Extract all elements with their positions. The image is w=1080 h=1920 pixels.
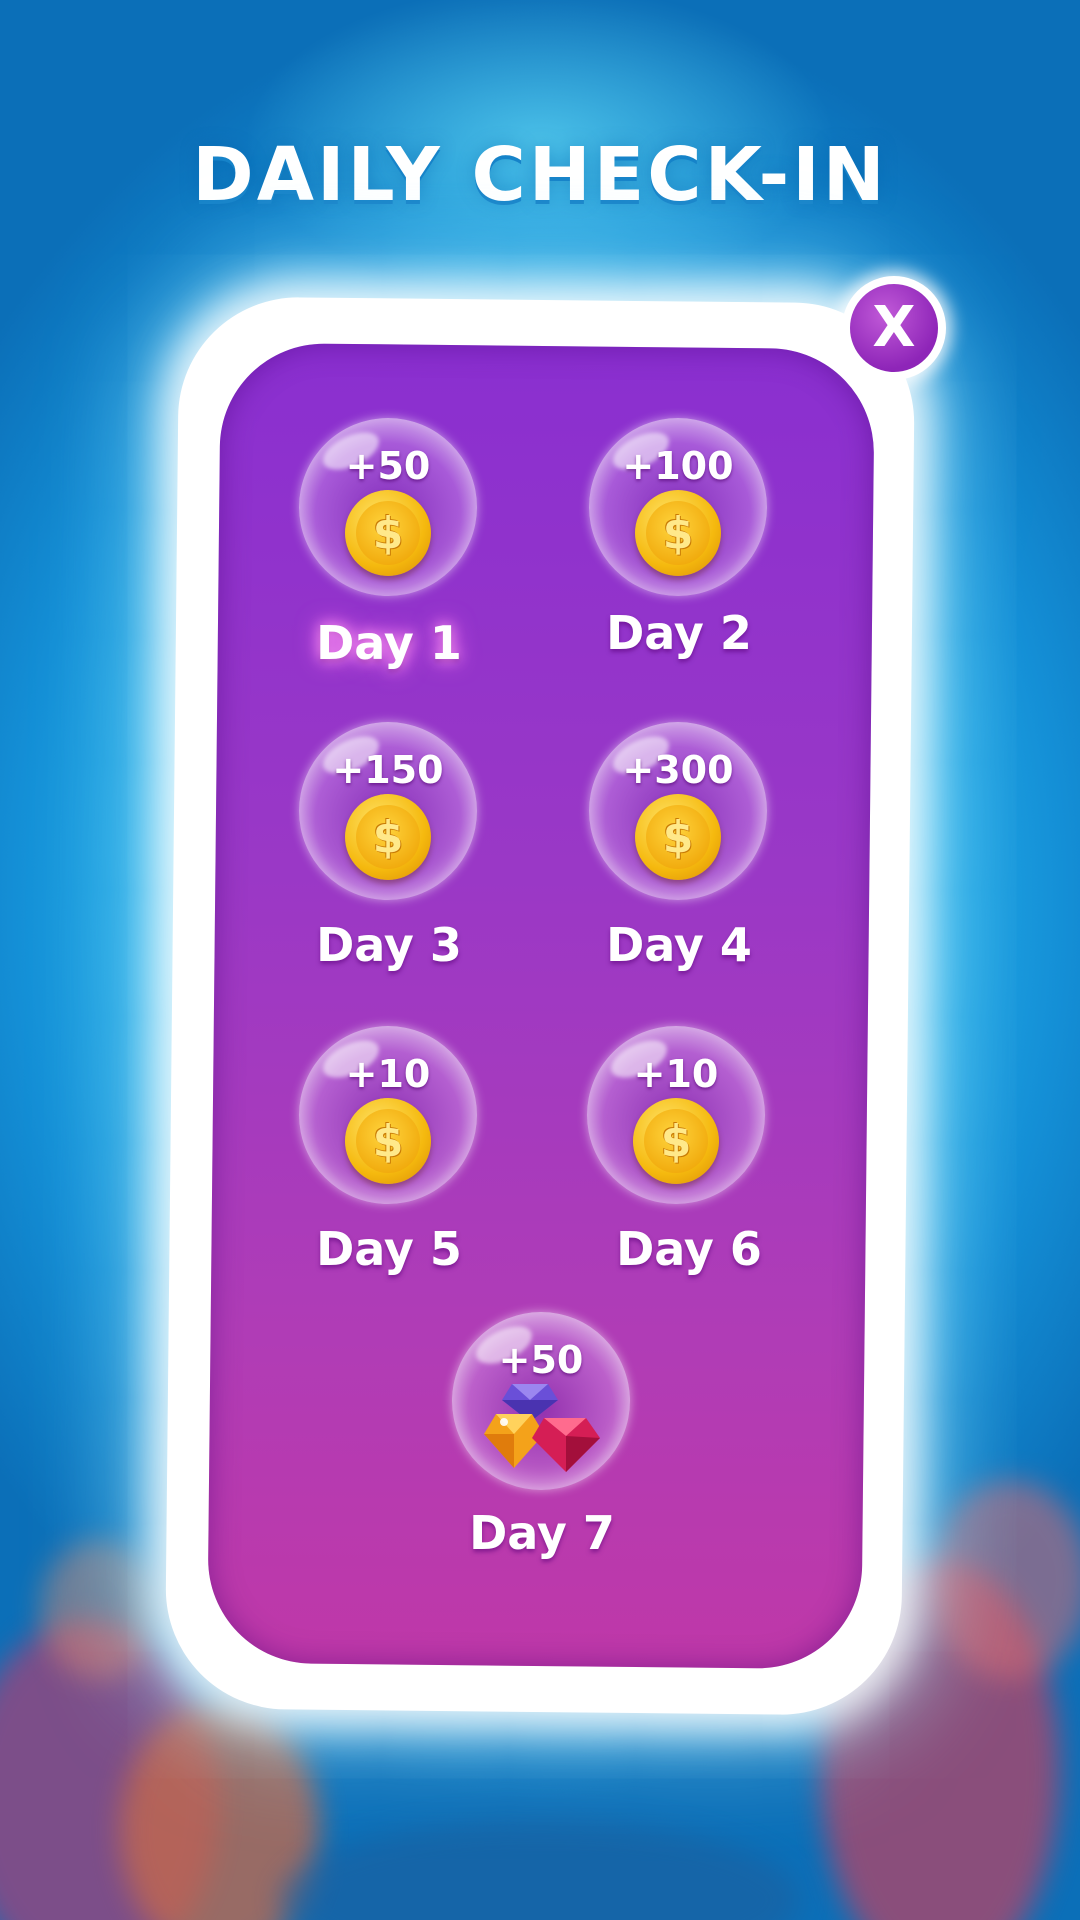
reward-amount: +100	[622, 444, 734, 488]
coin-icon: $	[345, 794, 431, 880]
reward-amount: +50	[345, 444, 431, 488]
reward-bubble: +10 $	[299, 1026, 477, 1204]
reward-day-4[interactable]: +300 $ Day 4	[564, 722, 794, 992]
reward-amount: +10	[633, 1052, 719, 1096]
coin-icon: $	[633, 1098, 719, 1184]
coral-decoration	[40, 1540, 160, 1680]
seabed-decoration	[280, 1820, 800, 1920]
reward-amount: +10	[345, 1052, 431, 1096]
coin-icon: $	[345, 490, 431, 576]
day-label: Day 6	[616, 1222, 762, 1276]
reward-day-7[interactable]: +50 Day 7	[427, 1312, 657, 1582]
page-title: DAILY CHECK-IN	[192, 132, 888, 218]
day-label: Day 5	[316, 1222, 462, 1276]
reward-amount: +300	[622, 748, 734, 792]
day-label: Day 7	[469, 1506, 615, 1560]
day-label: Day 1	[316, 616, 462, 670]
reward-bubble: +10 $	[587, 1026, 765, 1204]
close-button[interactable]: X	[842, 276, 946, 380]
coin-icon: $	[635, 794, 721, 880]
reward-bubble: +150 $	[299, 722, 477, 900]
reward-bubble: +50 $	[299, 418, 477, 596]
day-label: Day 4	[606, 918, 752, 972]
day-label: Day 2	[606, 606, 752, 660]
close-icon[interactable]: X	[850, 284, 938, 372]
day-label: Day 3	[316, 918, 462, 972]
reward-bubble: +50	[452, 1312, 630, 1490]
reward-day-2[interactable]: +100 $ Day 2	[564, 418, 794, 688]
reward-amount: +50	[498, 1338, 584, 1382]
reward-day-5[interactable]: +10 $ Day 5	[274, 1026, 504, 1296]
reward-day-6[interactable]: +10 $ Day 6	[562, 1026, 792, 1296]
reward-amount: +150	[332, 748, 444, 792]
coral-decoration	[930, 1480, 1080, 1680]
reward-day-1[interactable]: +50 $ Day 1	[274, 418, 504, 688]
close-label: X	[872, 295, 916, 360]
gems-icon	[484, 1384, 600, 1472]
reward-day-3[interactable]: +150 $ Day 3	[274, 722, 504, 992]
coin-icon: $	[635, 490, 721, 576]
reward-bubble: +300 $	[589, 722, 767, 900]
coin-icon: $	[345, 1098, 431, 1184]
reward-bubble: +100 $	[589, 418, 767, 596]
